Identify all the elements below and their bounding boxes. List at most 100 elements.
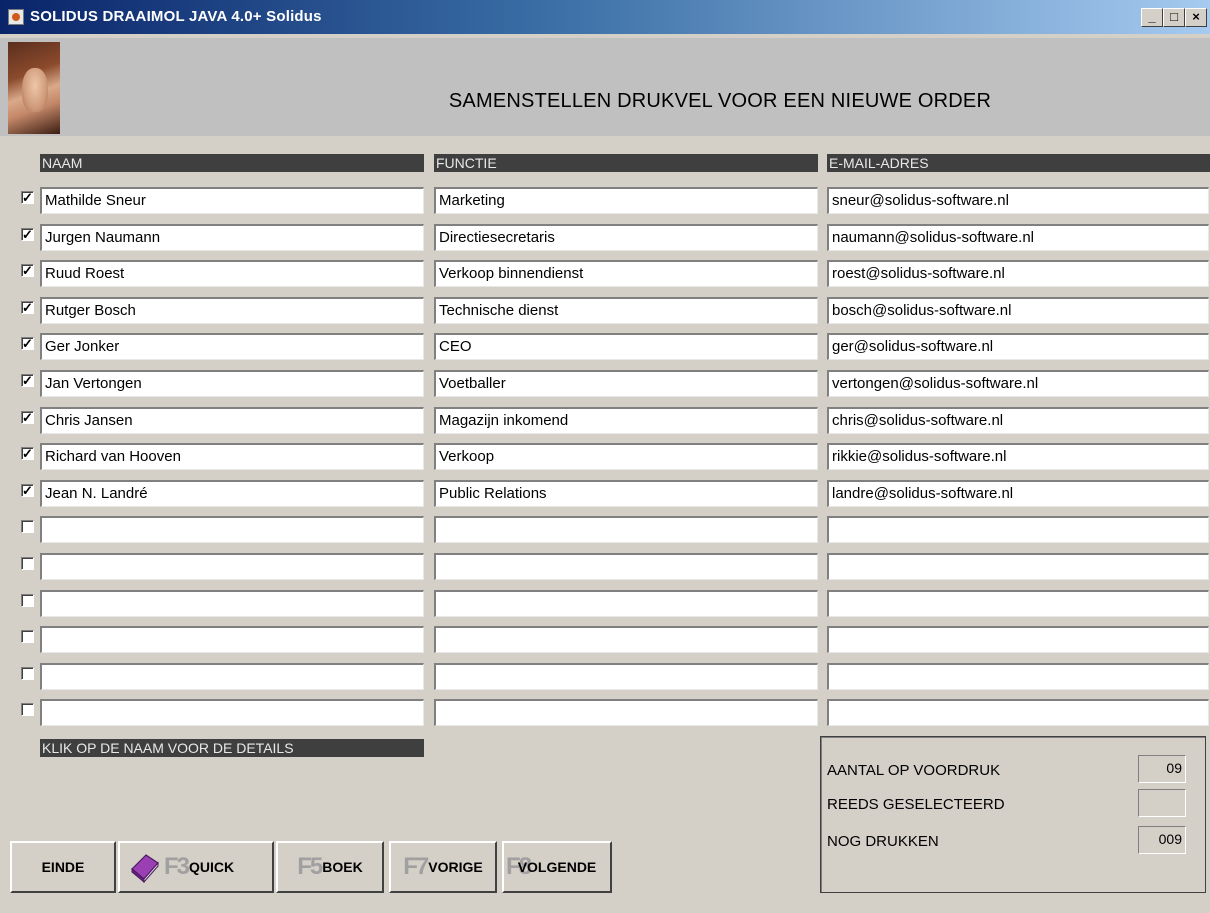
function-field[interactable]: Technische dienst: [434, 296, 818, 324]
book-icon: [131, 854, 159, 883]
email-field[interactable]: [827, 699, 1209, 727]
function-field[interactable]: CEO: [434, 333, 818, 361]
row-checkbox[interactable]: ✓: [21, 447, 34, 461]
email-field[interactable]: [827, 553, 1209, 580]
f5-key-label: F5: [297, 853, 323, 880]
name-field[interactable]: Jan Vertongen: [40, 370, 424, 397]
name-field[interactable]: Ruud Roest: [40, 260, 424, 288]
details-hint: KLIK OP DE NAAM VOOR DE DETAILS: [40, 739, 424, 757]
name-field[interactable]: Chris Jansen: [40, 406, 424, 434]
table-row: ✓ Mathilde Sneur Marketing sneur@solidus-so…: [0, 184, 1210, 214]
function-field[interactable]: [434, 516, 818, 544]
email-field[interactable]: [827, 516, 1209, 544]
function-field[interactable]: Verkoop: [434, 443, 818, 471]
header: SAMENSTELLEN DRUKVEL VOOR EEN NIEUWE ORD…: [0, 38, 1210, 136]
previous-button-label: VORIGE: [428, 859, 483, 875]
column-header-name: NAAM: [40, 154, 424, 172]
email-field[interactable]: naumann@solidus-software.nl: [827, 223, 1209, 251]
function-field[interactable]: [434, 589, 818, 617]
email-field[interactable]: [827, 589, 1209, 617]
title-bar: SOLIDUS DRAAIMOL JAVA 4.0+ Solidus _ □ ×: [0, 0, 1210, 34]
table-row: ✓ Chris Jansen Magazijn inkomend chris@soli…: [0, 404, 1210, 434]
function-field[interactable]: [434, 699, 818, 727]
f3-key-label: F3: [164, 853, 190, 880]
exit-button[interactable]: EINDE: [10, 841, 116, 893]
function-field[interactable]: [434, 662, 818, 690]
name-field[interactable]: Ger Jonker: [40, 333, 424, 361]
email-field[interactable]: [827, 626, 1209, 654]
function-field[interactable]: Marketing: [434, 187, 818, 214]
name-field[interactable]: [40, 553, 424, 580]
quick-button-label: QUICK: [189, 859, 235, 875]
name-field[interactable]: Richard van Hooven: [40, 443, 424, 471]
page-title: SAMENSTELLEN DRUKVEL VOOR EEN NIEUWE ORD…: [448, 90, 992, 112]
email-field[interactable]: ger@solidus-software.nl: [827, 333, 1209, 361]
book-button-label: BOEK: [322, 859, 363, 875]
row-checkbox[interactable]: [21, 557, 34, 570]
f7-key-label: F7: [403, 853, 429, 880]
table-row: ✓ Jean N. Landré Public Relations landre@so…: [0, 477, 1210, 507]
column-header-function: FUNCTIE: [434, 154, 818, 172]
row-checkbox[interactable]: ✓: [21, 264, 34, 278]
quick-button[interactable]: F3 QUICK: [118, 841, 274, 893]
row-checkbox[interactable]: ✓: [21, 410, 34, 424]
name-field[interactable]: Rutger Bosch: [40, 296, 424, 324]
row-checkbox[interactable]: ✓: [21, 483, 34, 497]
email-field[interactable]: rikkie@solidus-software.nl: [827, 443, 1209, 471]
email-field[interactable]: [827, 662, 1209, 690]
close-button[interactable]: ×: [1185, 8, 1207, 27]
function-field[interactable]: Verkoop binnendienst: [434, 260, 818, 288]
email-field[interactable]: vertongen@solidus-software.nl: [827, 370, 1209, 397]
row-checkbox[interactable]: ✓: [21, 337, 34, 351]
email-field[interactable]: chris@solidus-software.nl: [827, 406, 1209, 434]
window-title: SOLIDUS DRAAIMOL JAVA 4.0+ Solidus: [30, 8, 322, 25]
previous-button[interactable]: F7 VORIGE: [389, 841, 497, 893]
selected-value: [1138, 789, 1186, 817]
name-field[interactable]: [40, 516, 424, 544]
table-row: ✓ Ruud Roest Verkoop binnendienst roest@sol…: [0, 257, 1210, 288]
name-field[interactable]: [40, 626, 424, 654]
row-checkbox[interactable]: [21, 593, 34, 607]
remaining-label: NOG DRUKKEN: [827, 833, 939, 850]
name-field[interactable]: [40, 662, 424, 690]
column-header-email: E-MAIL-ADRES: [827, 154, 1210, 172]
book-button[interactable]: F5 BOEK: [276, 841, 384, 893]
name-field[interactable]: [40, 699, 424, 727]
name-field[interactable]: [40, 589, 424, 617]
row-checkbox[interactable]: ✓: [21, 227, 34, 241]
table-row: [0, 587, 1210, 617]
function-field[interactable]: [434, 626, 818, 654]
email-field[interactable]: roest@solidus-software.nl: [827, 260, 1209, 288]
name-field[interactable]: Jurgen Naumann: [40, 223, 424, 251]
table-row: [0, 623, 1210, 654]
maximize-button[interactable]: □: [1163, 8, 1185, 27]
table-row: [0, 660, 1210, 690]
function-field[interactable]: Directiesecretaris: [434, 223, 818, 251]
row-checkbox[interactable]: ✓: [21, 374, 34, 387]
email-field[interactable]: sneur@solidus-software.nl: [827, 187, 1209, 214]
row-checkbox[interactable]: [21, 630, 34, 644]
exit-button-label: EINDE: [41, 859, 85, 875]
next-button-label: VOLGENDE: [517, 859, 597, 875]
table-row: [0, 513, 1210, 544]
email-field[interactable]: landre@solidus-software.nl: [827, 479, 1209, 507]
selected-label: REEDS GESELECTEERD: [827, 796, 1005, 813]
row-checkbox[interactable]: ✓: [21, 191, 34, 204]
next-button[interactable]: F8 VOLGENDE: [502, 841, 612, 893]
count-value: 09: [1138, 755, 1186, 783]
row-checkbox[interactable]: [21, 520, 34, 534]
name-field[interactable]: Mathilde Sneur: [40, 187, 424, 214]
minimize-button[interactable]: _: [1141, 8, 1163, 27]
function-field[interactable]: [434, 553, 818, 580]
count-label: AANTAL OP VOORDRUK: [827, 762, 1001, 779]
avatar: [8, 42, 60, 134]
row-checkbox[interactable]: [21, 666, 34, 680]
name-field[interactable]: Jean N. Landré: [40, 479, 424, 507]
java-cup-icon: [8, 9, 24, 25]
email-field[interactable]: bosch@solidus-software.nl: [827, 296, 1209, 324]
row-checkbox[interactable]: ✓: [21, 300, 34, 314]
function-field[interactable]: Voetballer: [434, 370, 818, 397]
row-checkbox[interactable]: [21, 703, 34, 717]
function-field[interactable]: Public Relations: [434, 479, 818, 507]
function-field[interactable]: Magazijn inkomend: [434, 406, 818, 434]
